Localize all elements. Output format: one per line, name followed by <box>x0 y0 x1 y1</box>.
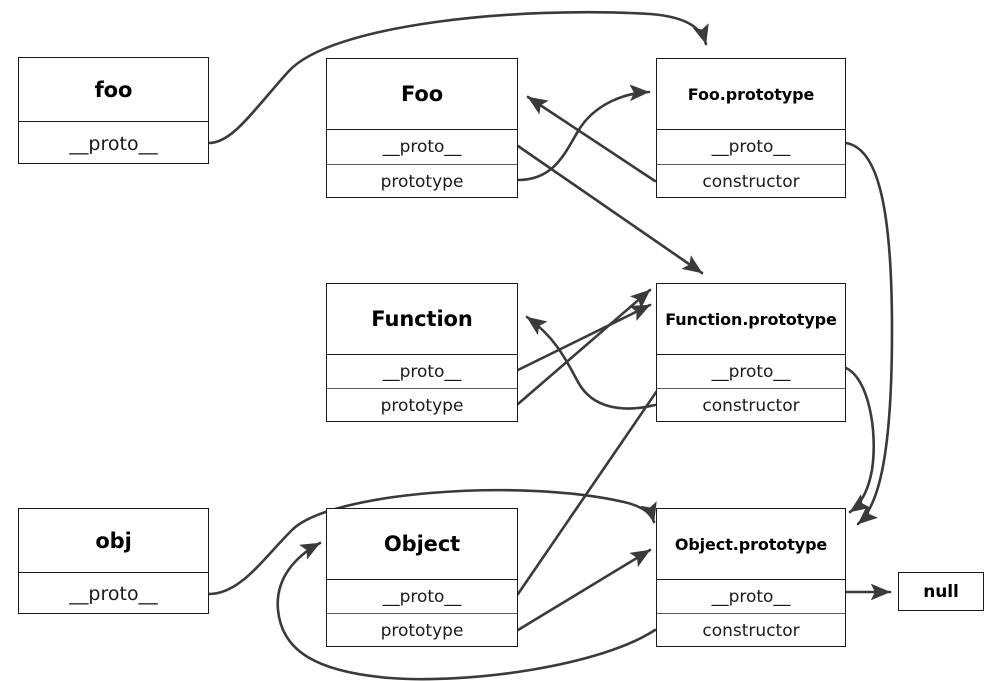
edge-Function-proto-to-Function-prototype <box>516 303 652 372</box>
prototype-chain-diagram: foo __proto__ Foo __proto__ prototype Fo… <box>0 0 1001 681</box>
node-Function-prototype[interactable]: Function.prototype __proto__ constructor <box>656 283 846 422</box>
edge-Foo-prototype-row-to-Foo-prototype-box <box>516 84 651 182</box>
node-Object-row-prototype[interactable]: prototype <box>327 613 517 647</box>
node-Foo-prototype-row-proto[interactable]: __proto__ <box>657 129 845 164</box>
node-obj[interactable]: obj __proto__ <box>18 508 209 614</box>
node-Foo[interactable]: Foo __proto__ prototype <box>326 58 518 198</box>
node-Object-prototype[interactable]: Object.prototype __proto__ constructor <box>656 508 846 647</box>
node-Foo-row-prototype[interactable]: prototype <box>327 164 517 199</box>
node-foo-title: foo <box>94 77 133 102</box>
node-Object[interactable]: Object __proto__ prototype <box>326 508 518 647</box>
node-Function-prototype-title: Function.prototype <box>665 309 837 329</box>
node-Function-title: Function <box>371 307 473 331</box>
edge-Foo-prototype-proto-to-Object-prototype <box>844 141 894 526</box>
node-obj-title: obj <box>95 528 132 553</box>
node-null[interactable]: null <box>898 572 984 611</box>
edge-Foo-prototype-constructor-to-Foo <box>526 95 657 183</box>
node-foo-row-proto[interactable]: __proto__ <box>19 121 208 165</box>
node-foo[interactable]: foo __proto__ <box>18 57 209 164</box>
node-Function-prototype-row-constructor[interactable]: constructor <box>657 388 845 422</box>
node-Foo-prototype-title: Foo.prototype <box>687 84 815 104</box>
edge-Function-prototype-constructor-to-Function <box>525 315 657 410</box>
node-Foo-title: Foo <box>400 82 444 106</box>
node-Function-row-prototype[interactable]: prototype <box>327 388 517 422</box>
node-Function-prototype-row-proto[interactable]: __proto__ <box>657 354 845 388</box>
node-Object-prototype-row-proto[interactable]: __proto__ <box>657 579 845 613</box>
node-Object-row-proto[interactable]: __proto__ <box>327 579 517 613</box>
edge-Function-prototype-proto-to-Object-prototype <box>844 366 876 514</box>
node-Object-title: Object <box>383 532 461 556</box>
node-obj-row-proto[interactable]: __proto__ <box>19 572 208 615</box>
node-Foo-prototype-row-constructor[interactable]: constructor <box>657 164 845 199</box>
node-Foo-prototype[interactable]: Foo.prototype __proto__ constructor <box>656 58 846 198</box>
node-Object-prototype-title: Object.prototype <box>674 534 828 554</box>
node-Function[interactable]: Function __proto__ prototype <box>326 283 518 422</box>
node-Foo-row-proto[interactable]: __proto__ <box>327 129 517 164</box>
node-null-title: null <box>923 581 959 602</box>
node-Function-row-proto[interactable]: __proto__ <box>327 354 517 388</box>
edge-Object-prototype-row-to-Object-prototype-box <box>516 548 652 632</box>
edge-Function-prototype-row-to-Function-prototype-box <box>516 288 652 406</box>
node-Object-prototype-row-constructor[interactable]: constructor <box>657 613 845 647</box>
